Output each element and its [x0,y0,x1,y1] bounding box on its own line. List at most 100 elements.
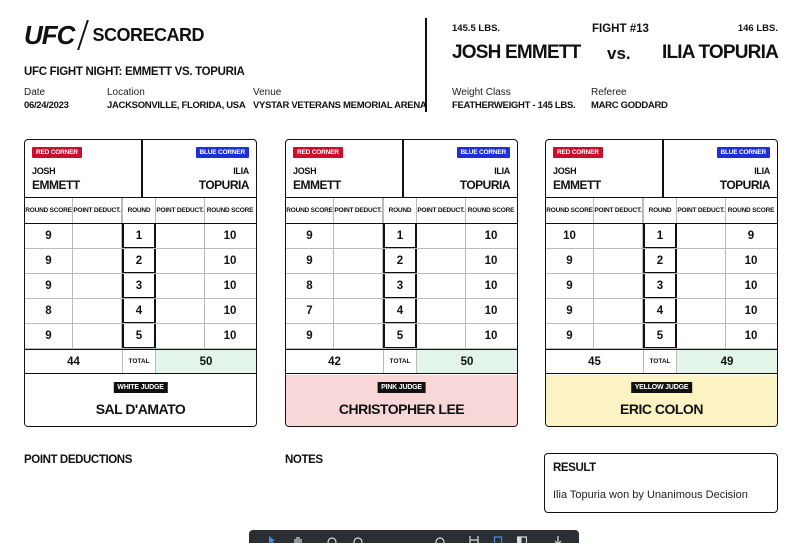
red-last-name: EMMETT [553,178,601,192]
blue-first-name: ILIA [494,166,510,176]
round-number: 1 [122,224,156,248]
round-rows: 10 1 9 9 2 10 9 3 10 9 4 10 9 5 10 [546,224,777,349]
judge-badge: PINK JUDGE [377,382,426,393]
red-round-score: 9 [546,249,594,273]
total-label: TOTAL [122,350,156,373]
header-blue-point-deduct: POINT DEDUCT. [677,198,726,223]
fighters-header: RED CORNER JOSH EMMETT BLUE CORNER ILIA … [25,140,256,198]
ufc-logo: UFC SCORECARD [24,20,204,50]
round-number: 5 [383,324,417,348]
date-value: 06/24/2023 [24,100,69,111]
header-red-point-deduct: POINT DEDUCT. [334,198,383,223]
blue-first-name: ILIA [233,166,249,176]
header-round: ROUND [122,198,156,223]
judge-footer: PINK JUDGE CHRISTOPHER LEE [286,375,517,426]
header-blue-round-score: ROUND SCORE [727,206,775,214]
round-row: 8 3 10 [286,274,517,299]
red-total: 42 [328,355,341,368]
weight-class-value: FEATHERWEIGHT - 145 LBS. [452,100,576,111]
page-icon[interactable] [493,536,505,543]
round-row: 9 5 10 [286,324,517,349]
logo-divider [77,20,90,50]
fighters-header: RED CORNER JOSH EMMETT BLUE CORNER ILIA … [286,140,517,198]
zoom-in-icon[interactable] [353,536,365,543]
round-number: 2 [643,249,677,273]
blue-round-score: 10 [484,305,498,317]
blue-point-deduct [417,249,466,273]
judge-scorecard-3: RED CORNER JOSH EMMETT BLUE CORNER ILIA … [545,139,778,427]
sidebar-icon[interactable] [517,536,529,543]
versus-text: vs. [607,44,631,63]
fighters-header: RED CORNER JOSH EMMETT BLUE CORNER ILIA … [546,140,777,198]
red-point-deduct [594,299,643,323]
red-point-deduct [334,324,383,348]
result-title: RESULT [553,462,596,474]
blue-last-name: TOPURIA [459,178,511,192]
cursor-icon[interactable] [267,536,279,543]
red-round-score: 9 [286,224,334,248]
download-icon[interactable] [553,536,565,543]
score-table-header: ROUND SCORE POINT DEDUCT. ROUND POINT DE… [286,198,517,224]
judge-footer: YELLOW JUDGE ERIC COLON [546,375,777,426]
round-rows: 9 1 10 9 2 10 9 3 10 8 4 10 9 5 10 [25,224,256,349]
viewer-toolbar [249,530,579,543]
result-box: RESULT Ilia Topuria won by Unanimous Dec… [544,453,778,513]
red-fighter-weight: 145.5 LBS. [452,23,501,34]
red-corner-badge: RED CORNER [293,147,343,158]
red-round-score: 9 [25,224,73,248]
round-row: 9 1 10 [286,224,517,249]
zoom-out-icon[interactable] [327,536,339,543]
round-row: 9 2 10 [25,249,256,274]
red-point-deduct [73,249,122,273]
blue-round-score: 10 [223,280,237,292]
red-round-score: 8 [286,274,334,298]
header-red-point-deduct: POINT DEDUCT. [73,198,122,223]
red-fighter-name: JOSH EMMETT [452,42,581,63]
total-row: 44 TOTAL 50 [25,349,256,374]
blue-round-score: 10 [484,230,498,242]
red-point-deduct [73,274,122,298]
header-blue-round-score: ROUND SCORE [206,206,254,214]
blue-round-score: 10 [744,255,758,267]
blue-last-name: TOPURIA [198,178,250,192]
blue-total: 49 [677,350,777,373]
judge-badge: YELLOW JUDGE [630,382,693,393]
red-point-deduct [594,224,643,248]
blue-last-name: TOPURIA [719,178,771,192]
header-blue-point-deduct: POINT DEDUCT. [156,198,205,223]
round-row: 9 5 10 [546,324,777,349]
score-table-header: ROUND SCORE POINT DEDUCT. ROUND POINT DE… [25,198,256,224]
round-row: 9 2 10 [286,249,517,274]
red-round-score: 9 [25,324,73,348]
location-value: JACKSONVILLE, FLORIDA, USA [107,100,246,111]
hand-icon[interactable] [293,536,305,543]
corner-divider [402,140,404,198]
fight-number: FIGHT #13 [592,23,649,35]
round-row: 8 4 10 [25,299,256,324]
total-row: 42 TOTAL 50 [286,349,517,374]
round-number: 4 [643,299,677,323]
round-row: 9 3 10 [546,274,777,299]
corner-divider [141,140,143,198]
blue-point-deduct [156,224,205,248]
stamp-icon[interactable] [435,536,447,543]
round-number: 1 [383,224,417,248]
red-first-name: JOSH [32,166,56,176]
red-point-deduct [594,324,643,348]
round-number: 2 [122,249,156,273]
red-last-name: EMMETT [32,178,80,192]
round-row: 9 5 10 [25,324,256,349]
blue-round-score: 10 [223,230,237,242]
referee-value: MARC GODDARD [591,100,668,111]
score-table-header: ROUND SCORE POINT DEDUCT. ROUND POINT DE… [546,198,777,224]
result-text: Ilia Topuria won by Unanimous Decision [553,489,748,501]
blue-round-score: 10 [223,255,237,267]
fit-width-icon[interactable] [469,536,481,543]
red-round-score: 9 [546,324,594,348]
red-first-name: JOSH [553,166,577,176]
blue-point-deduct [677,324,726,348]
blue-point-deduct [417,224,466,248]
header-red-point-deduct: POINT DEDUCT. [594,198,643,223]
blue-point-deduct [677,224,726,248]
round-number: 3 [383,274,417,298]
